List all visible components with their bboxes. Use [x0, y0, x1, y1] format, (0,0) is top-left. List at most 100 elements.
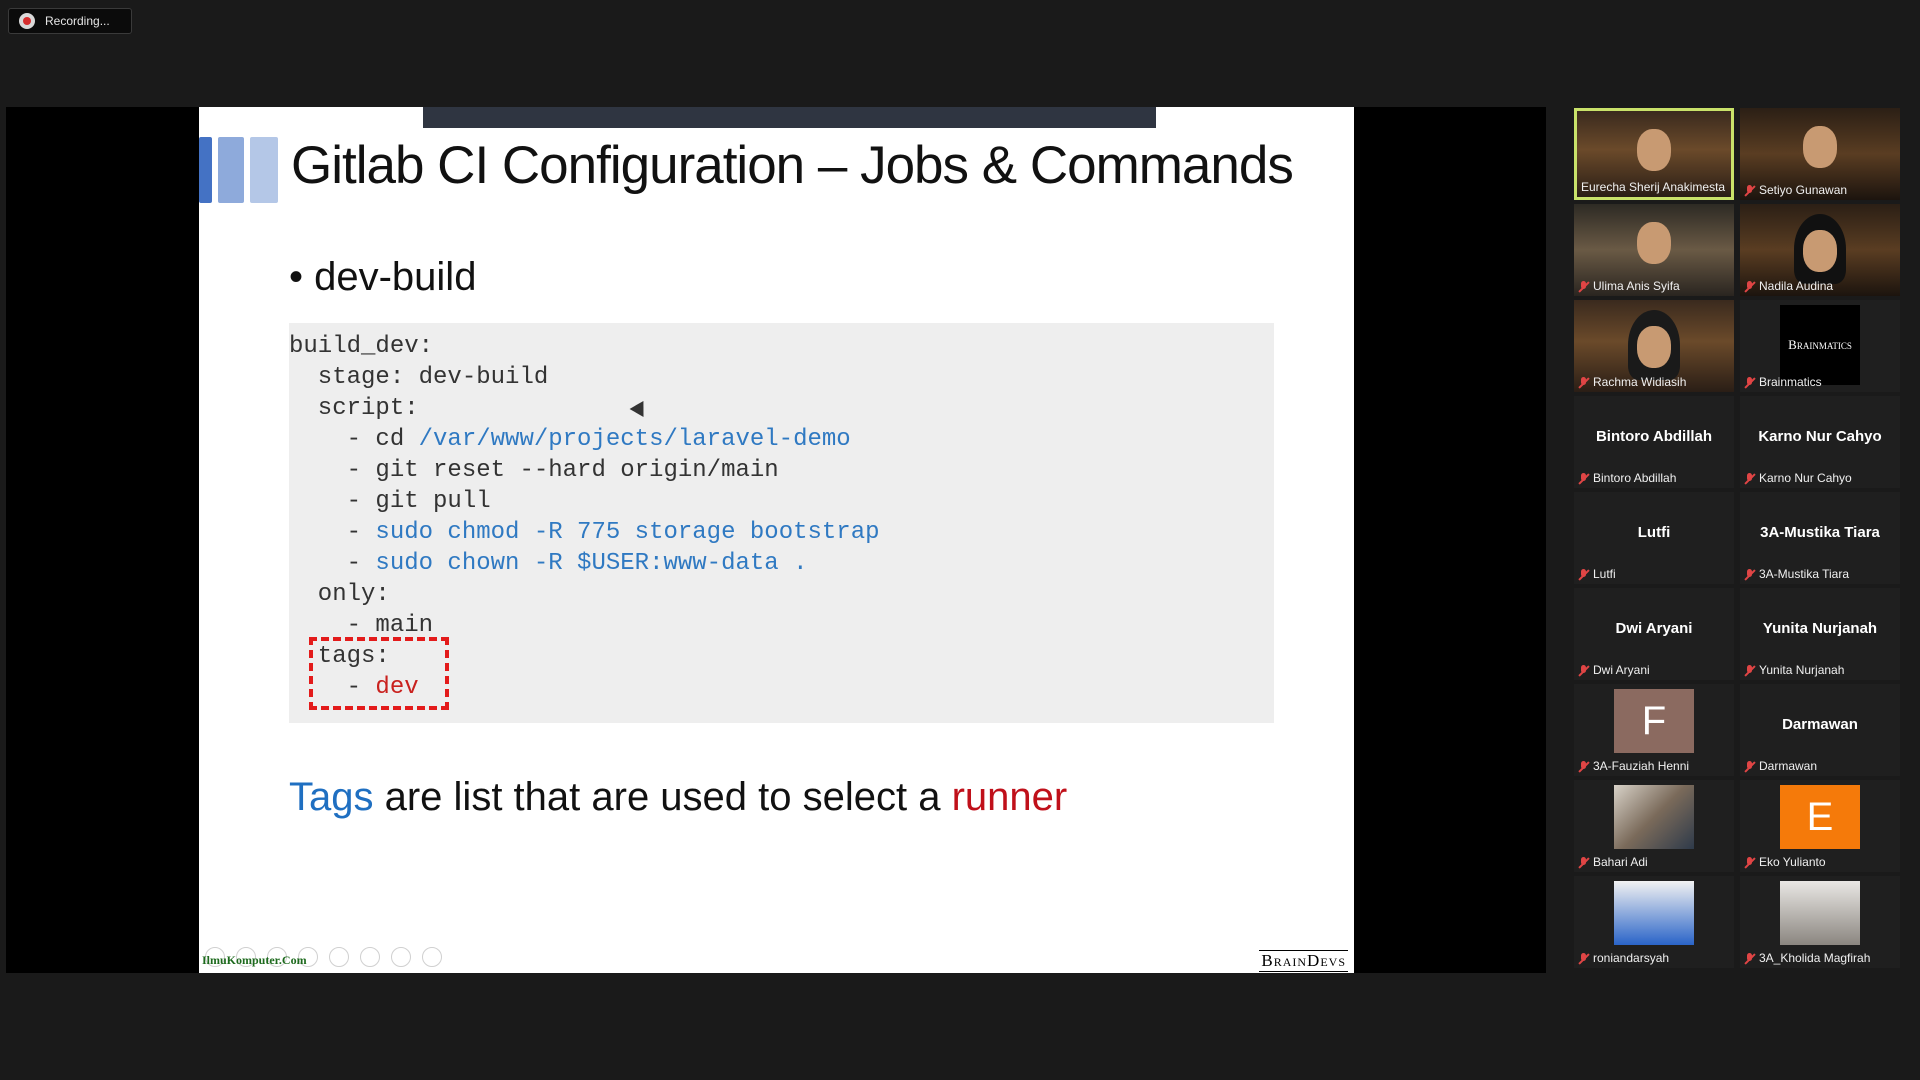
code-path: /var/www/projects/laravel-demo — [418, 426, 851, 453]
participant-tile[interactable]: 3A_Kholida Magfirah — [1740, 876, 1900, 968]
participant-tile[interactable]: E Eko Yulianto — [1740, 780, 1900, 872]
face — [1803, 126, 1837, 168]
mic-muted-icon — [1578, 568, 1589, 580]
slide-bullet: • dev-build — [289, 255, 477, 299]
mic-muted-icon — [1744, 376, 1755, 388]
footer-logo-braindevs: BrainDevs — [1259, 950, 1348, 972]
participant-label: Eurecha Sherij Anakimesta — [1581, 180, 1727, 194]
more-icon[interactable] — [422, 947, 442, 967]
profile-photo — [1780, 881, 1860, 945]
participant-name: Rachma Widiasih — [1593, 375, 1687, 389]
slide-caption: Tags are list that are used to select a … — [289, 775, 1067, 820]
camera-icon[interactable] — [391, 947, 411, 967]
accent-bar — [199, 137, 212, 203]
participant-tile[interactable]: Rachma Widiasih — [1574, 300, 1734, 392]
mic-muted-icon — [1578, 472, 1589, 484]
participant-tile[interactable]: Lutfi Lutfi — [1574, 492, 1734, 584]
participant-label: Yunita Nurjanah — [1744, 663, 1896, 677]
participant-label: Brainmatics — [1744, 375, 1896, 389]
participant-tile[interactable]: Yunita Nurjanah Yunita Nurjanah — [1740, 588, 1900, 680]
recording-indicator[interactable]: Recording... — [8, 8, 132, 34]
participant-label: 3A-Mustika Tiara — [1744, 567, 1896, 581]
participant-display-name: Bintoro Abdillah — [1595, 428, 1713, 445]
mic-muted-icon — [1744, 760, 1755, 772]
mic-muted-icon — [1578, 376, 1589, 388]
participant-name: 3A-Fauziah Henni — [1593, 759, 1690, 773]
shared-screen: Gitlab CI Configuration – Jobs & Command… — [6, 107, 1546, 973]
footer-logo-ilmukomputer: IlmuKomputer.Com — [202, 953, 307, 967]
participant-tile[interactable]: Karno Nur Cahyo Karno Nur Cahyo — [1740, 396, 1900, 488]
participant-display-name: Karno Nur Cahyo — [1758, 428, 1882, 445]
participant-label: Lutfi — [1578, 567, 1730, 581]
mic-muted-icon — [1578, 952, 1589, 964]
presentation-slide: Gitlab CI Configuration – Jobs & Command… — [199, 107, 1354, 973]
slide-top-bar — [423, 107, 1156, 128]
code-command: sudo chmod -R 775 storage bootstrap — [375, 519, 880, 546]
mic-muted-icon — [1744, 568, 1755, 580]
participant-label: 3A-Fauziah Henni — [1578, 759, 1730, 773]
participant-name: 3A-Mustika Tiara — [1759, 567, 1850, 581]
participant-display-name: 3A-Mustika Tiara — [1760, 524, 1880, 541]
participant-tile[interactable]: roniandarsyah — [1574, 876, 1734, 968]
participant-tile[interactable]: Bintoro Abdillah Bintoro Abdillah — [1574, 396, 1734, 488]
mic-muted-icon — [1744, 856, 1755, 868]
participant-name: Karno Nur Cahyo — [1759, 471, 1852, 485]
tags-highlight-box — [309, 637, 449, 710]
participant-label: Nadila Audina — [1744, 279, 1896, 293]
participant-name: roniandarsyah — [1593, 951, 1670, 965]
initial-avatar: F — [1614, 689, 1694, 753]
participant-tile[interactable]: Ulima Anis Syifa — [1574, 204, 1734, 296]
record-icon — [19, 13, 35, 29]
initial-avatar: E — [1780, 785, 1860, 849]
code-line: script: — [289, 395, 419, 422]
title-accent-bars — [199, 137, 278, 203]
code-line: - — [289, 550, 376, 577]
participant-display-name: Yunita Nurjanah — [1762, 620, 1878, 637]
participant-name: Darmawan — [1759, 759, 1818, 773]
code-line: build_dev: — [289, 333, 434, 360]
code-line: - git reset --hard origin/main — [289, 457, 779, 484]
face — [1803, 230, 1837, 272]
participant-label: Setiyo Gunawan — [1744, 183, 1896, 197]
mic-muted-icon — [1578, 280, 1589, 292]
accent-bar — [218, 137, 244, 203]
participant-name: Nadila Audina — [1759, 279, 1834, 293]
participant-label: Dwi Aryani — [1578, 663, 1730, 677]
participant-tile[interactable]: Dwi Aryani Dwi Aryani — [1574, 588, 1734, 680]
profile-photo — [1614, 785, 1694, 849]
face — [1637, 222, 1671, 264]
participant-tile[interactable]: Brainmatics Brainmatics — [1740, 300, 1900, 392]
brainmatics-logo: Brainmatics — [1780, 305, 1860, 385]
profile-photo — [1614, 881, 1694, 945]
recording-label: Recording... — [45, 14, 110, 28]
participant-label: Karno Nur Cahyo — [1744, 471, 1896, 485]
participant-name: Yunita Nurjanah — [1759, 663, 1845, 677]
participant-label: Darmawan — [1744, 759, 1896, 773]
participant-label: Eko Yulianto — [1744, 855, 1896, 869]
participant-name: Bintoro Abdillah — [1593, 471, 1677, 485]
participant-label: Ulima Anis Syifa — [1578, 279, 1730, 293]
participant-name: Brainmatics — [1759, 375, 1822, 389]
mic-muted-icon — [1744, 472, 1755, 484]
participant-tile[interactable]: Bahari Adi — [1574, 780, 1734, 872]
mic-muted-icon — [1578, 664, 1589, 676]
participant-tile[interactable]: Eurecha Sherij Anakimesta — [1574, 108, 1734, 200]
subtitle-icon[interactable] — [360, 947, 380, 967]
participant-name: Eurecha Sherij Anakimesta — [1581, 180, 1726, 194]
participant-name: Bahari Adi — [1593, 855, 1648, 869]
participant-label: Bahari Adi — [1578, 855, 1730, 869]
participant-tile[interactable]: F 3A-Fauziah Henni — [1574, 684, 1734, 776]
participant-label: Rachma Widiasih — [1578, 375, 1730, 389]
face — [1637, 326, 1671, 368]
zoom-icon[interactable] — [329, 947, 349, 967]
participant-name: 3A_Kholida Magfirah — [1759, 951, 1871, 965]
participant-name: Eko Yulianto — [1759, 855, 1826, 869]
face — [1637, 129, 1671, 171]
participant-name: Setiyo Gunawan — [1759, 183, 1848, 197]
participant-tile[interactable]: Setiyo Gunawan — [1740, 108, 1900, 200]
participant-tile[interactable]: Darmawan Darmawan — [1740, 684, 1900, 776]
participant-tile[interactable]: 3A-Mustika Tiara 3A-Mustika Tiara — [1740, 492, 1900, 584]
participant-tile[interactable]: Nadila Audina — [1740, 204, 1900, 296]
mic-muted-icon — [1578, 856, 1589, 868]
participant-label: Bintoro Abdillah — [1578, 471, 1730, 485]
